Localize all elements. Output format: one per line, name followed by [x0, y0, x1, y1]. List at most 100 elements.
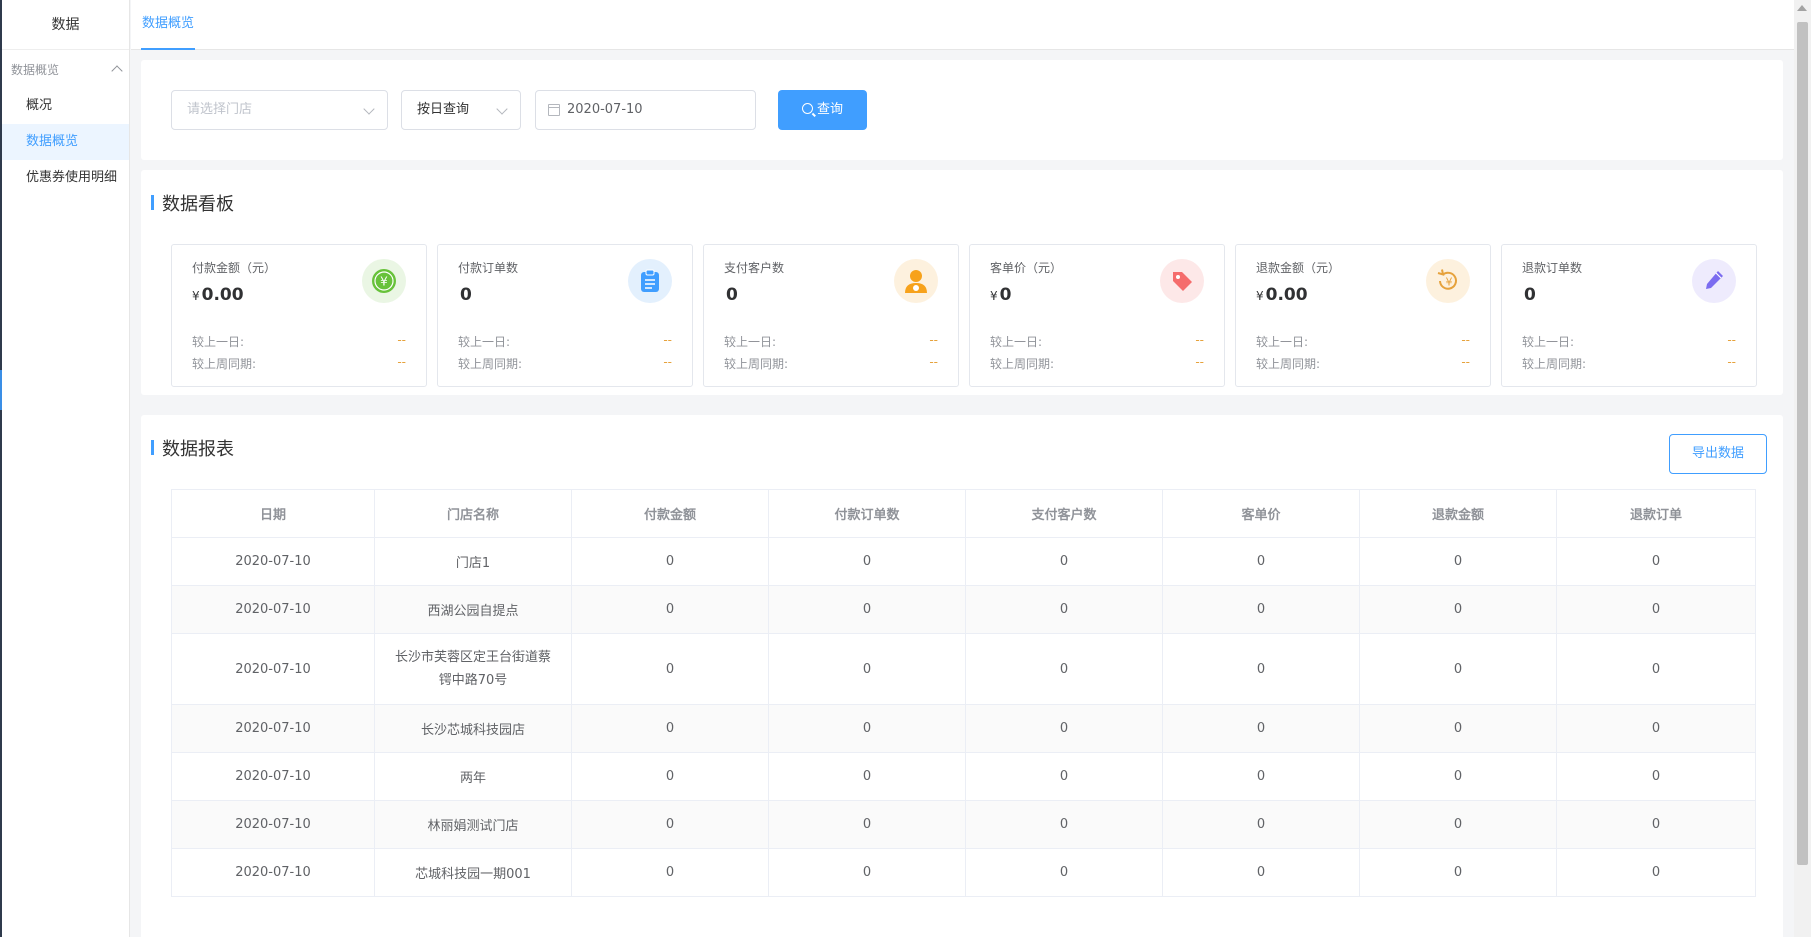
compare-week-value: -- — [929, 355, 938, 369]
table-cell: 0 — [1359, 752, 1557, 801]
compare-day-value: -- — [1195, 333, 1204, 347]
metric-value: 0 — [1522, 285, 1536, 305]
column-header: 退款订单 — [1556, 489, 1756, 538]
export-data-button[interactable]: 导出数据 — [1669, 434, 1767, 474]
table-cell: 2020-07-10 — [171, 704, 375, 753]
table-cell: 0 — [965, 704, 1163, 753]
pencil-icon — [1692, 259, 1736, 303]
table-cell: 0 — [571, 585, 769, 634]
table-cell: 0 — [1162, 585, 1360, 634]
scrollbar-thumb[interactable] — [1797, 22, 1808, 865]
date-picker[interactable]: 2020-07-10 — [535, 90, 756, 130]
table-cell: 0 — [571, 633, 769, 705]
yuan-coin-icon: ¥ — [362, 259, 406, 303]
query-button[interactable]: 查询 — [778, 90, 867, 130]
table-row: 2020-07-10 芯城科技园一期001 0 0 0 0 0 0 — [171, 848, 1756, 897]
table-cell: 长沙芯城科技园店 — [374, 704, 572, 753]
compare-week-value: -- — [663, 355, 672, 369]
sidebar-group-overview[interactable]: 数据概览 — [2, 50, 129, 88]
compare-day-label: 较上一日: — [458, 335, 511, 349]
column-header: 客单价 — [1162, 489, 1360, 538]
table-cell: 2020-07-10 — [171, 633, 375, 705]
tab-data-overview[interactable]: 数据概览 — [141, 0, 196, 50]
sidebar-item-coupon-detail[interactable]: 优惠券使用明细 — [2, 160, 129, 196]
filter-panel: 请选择门店 按日查询 2020-07-10 查询 — [141, 60, 1783, 160]
scroll-up-arrow-icon[interactable] — [1797, 5, 1807, 11]
metric-label: 支付客户数 — [724, 261, 785, 275]
table-cell: 0 — [1359, 537, 1557, 586]
data-report-title: 数据报表 — [151, 435, 234, 461]
table-cell: 0 — [1162, 752, 1360, 801]
compare-day-label: 较上一日: — [1522, 335, 1575, 349]
table-cell: 0 — [1162, 800, 1360, 849]
compare-week-value: -- — [1195, 355, 1204, 369]
column-header: 退款金额 — [1359, 489, 1557, 538]
table-cell: 0 — [768, 633, 966, 705]
table-cell: 0 — [1162, 537, 1360, 586]
chevron-down-icon — [363, 103, 375, 115]
table-cell: 0 — [768, 704, 966, 753]
metric-number: 0 — [1524, 285, 1536, 305]
compare-day-value: -- — [1727, 333, 1736, 347]
table-cell: 0 — [768, 848, 966, 897]
compare-week-value: -- — [1727, 355, 1736, 369]
table-cell: 0 — [1162, 848, 1360, 897]
table-row: 2020-07-10 林丽娟测试门店 0 0 0 0 0 0 — [171, 800, 1756, 849]
table-row: 2020-07-10 门店1 0 0 0 0 0 0 — [171, 537, 1756, 586]
sidebar: 数据 数据概览 概况 数据概览 优惠券使用明细 — [2, 0, 130, 937]
table-cell: 门店1 — [374, 537, 572, 586]
compare-day-value: -- — [663, 333, 672, 347]
metric-label: 付款金额（元） — [192, 261, 277, 275]
metric-label: 付款订单数 — [458, 261, 519, 275]
compare-week-label: 较上周同期: — [1256, 357, 1321, 371]
query-mode-select[interactable]: 按日查询 — [401, 90, 521, 130]
table-cell: 2020-07-10 — [171, 585, 375, 634]
table-cell: 2020-07-10 — [171, 848, 375, 897]
table-cell: 0 — [1556, 752, 1756, 801]
compare-week-label: 较上周同期: — [990, 357, 1055, 371]
compare-day-value: -- — [397, 333, 406, 347]
clipboard-icon — [628, 259, 672, 303]
column-header: 付款订单数 — [768, 489, 966, 538]
currency-symbol: ¥ — [192, 289, 200, 303]
chevron-up-icon — [111, 65, 123, 77]
metric-card-payment-orders: 付款订单数 0 较上一日: -- 较上周同期: -- — [437, 244, 693, 387]
table-cell: 0 — [1556, 848, 1756, 897]
query-button-label: 查询 — [816, 102, 843, 117]
metric-value: ¥0.00 — [192, 285, 244, 305]
table-cell: 0 — [1162, 704, 1360, 753]
compare-week-label: 较上周同期: — [1522, 357, 1587, 371]
table-cell: 两年 — [374, 752, 572, 801]
table-cell: 0 — [768, 585, 966, 634]
data-board-panel: 数据看板 付款金额（元） ¥0.00 较上一日: -- 较上周同期: -- ¥ … — [141, 170, 1783, 395]
refund-icon: ¥ — [1426, 259, 1470, 303]
table-header-row: 日期 门店名称 付款金额 付款订单数 支付客户数 客单价 退款金额 退款订单 — [171, 489, 1756, 538]
currency-symbol: ¥ — [1256, 289, 1264, 303]
compare-day-value: -- — [1461, 333, 1470, 347]
table-cell: 0 — [1359, 704, 1557, 753]
table-cell: 0 — [768, 752, 966, 801]
metric-label: 退款订单数 — [1522, 261, 1583, 275]
customer-icon — [894, 259, 938, 303]
column-header: 付款金额 — [571, 489, 769, 538]
data-report-panel: 数据报表 导出数据 日期 门店名称 付款金额 付款订单数 支付客户数 客单价 退款金额 退款订… — [141, 415, 1783, 937]
table-row: 2020-07-10 西湖公园自提点 0 0 0 0 0 0 — [171, 585, 1756, 634]
compare-day-label: 较上一日: — [192, 335, 245, 349]
store-select-placeholder: 请选择门店 — [187, 102, 253, 117]
sidebar-item-summary[interactable]: 概况 — [2, 88, 129, 124]
sidebar-item-data-overview[interactable]: 数据概览 — [2, 124, 129, 160]
table-cell: 0 — [1556, 704, 1756, 753]
table-cell: 0 — [965, 848, 1163, 897]
svg-text:¥: ¥ — [1446, 276, 1453, 289]
table-cell: 0 — [965, 537, 1163, 586]
metric-card-paying-customers: 支付客户数 0 较上一日: -- 较上周同期: -- — [703, 244, 959, 387]
store-select[interactable]: 请选择门店 — [171, 90, 388, 130]
chevron-down-icon — [496, 103, 508, 115]
table-cell: 0 — [965, 633, 1163, 705]
metric-cards: 付款金额（元） ¥0.00 较上一日: -- 较上周同期: -- ¥ 付款订单数… — [171, 244, 1757, 387]
metric-value: 0 — [724, 285, 738, 305]
table-cell: 林丽娟测试门店 — [374, 800, 572, 849]
date-value: 2020-07-10 — [567, 102, 643, 117]
table-cell: 0 — [1556, 800, 1756, 849]
table-cell: 芯城科技园一期001 — [374, 848, 572, 897]
